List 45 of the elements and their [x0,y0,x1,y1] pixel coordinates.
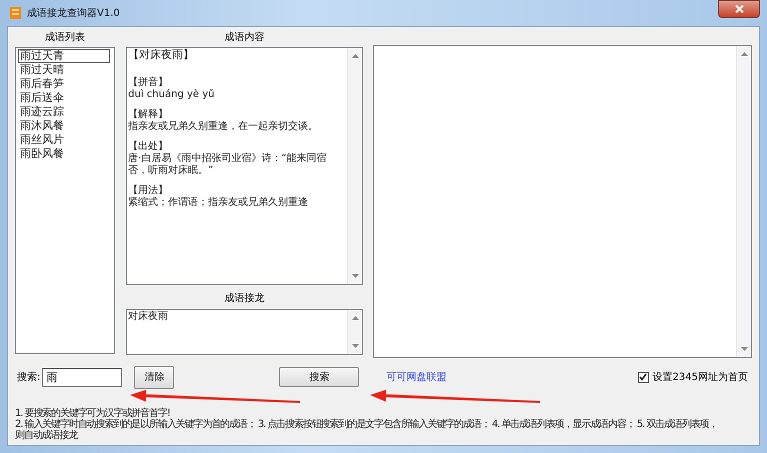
scroll-down-icon[interactable] [740,347,748,351]
checkbox-label: 设置2345网址为首页 [652,370,748,384]
scrollbar[interactable] [736,46,751,357]
search-button[interactable]: 搜索 [279,367,360,387]
section-text: duì chuáng yè yǔ [128,89,216,101]
help-text: 2. 输入关键字时自动搜索到的是以所输入关键字为首的成语； 3. 点击搜索按钮搜索到的是文字包含所输入关键字的成语； 4. 单击成语列表项，显示成语内容； 5. 双击成语列表项， [15,419,718,430]
scroll-down-icon[interactable] [352,274,359,278]
clear-button[interactable]: 清除 [134,366,174,388]
scrollbar[interactable] [347,48,362,284]
content-label: 成语内容 [224,30,266,45]
section-heading: 【拼音】 [128,77,168,89]
list-item[interactable]: 雨后春笋 [18,77,66,91]
window-title: 成语接龙查询器V1.0 [27,6,120,20]
list-item[interactable]: 雨迹云踪 [18,105,66,119]
section-text: 紧缩式；作谓语；指亲友或兄弟久别重逢 [128,197,310,209]
chain-text: 对床夜雨 [128,311,168,322]
scroll-up-icon[interactable] [352,54,359,58]
list-item[interactable]: 雨丝风片 [18,133,66,147]
close-button[interactable] [718,0,760,18]
list-item[interactable]: 雨过天晴 [18,63,66,77]
app-icon [10,7,21,19]
close-icon [734,5,744,13]
section-heading: 【解释】 [128,109,168,120]
list-item[interactable]: 雨后送伞 [18,91,66,105]
list-item[interactable]: 雨卧风餐 [18,147,66,161]
list-item[interactable]: 雨过天青 [18,49,110,63]
section-heading: 【出处】 [128,141,168,152]
list-item[interactable]: 雨沐风餐 [18,119,66,133]
scrollbar[interactable] [347,310,362,354]
alliance-link[interactable]: 可可网盘联盟 [386,370,446,384]
section-heading: 【用法】 [128,185,168,196]
section-text: 指亲友或兄弟久别重逢，在一起亲切交谈。 [128,121,320,133]
scroll-down-icon[interactable] [352,344,359,348]
list-label: 成语列表 [44,30,86,45]
scroll-up-icon[interactable] [740,52,748,56]
help-text: 则自动成语接龙 [15,430,78,441]
section-text: 唐·白居易《雨中招张司业宿》诗：“能来同宿否，听雨对床眠。” [128,153,328,177]
idiom-title: 【对床夜雨】 [128,49,194,61]
help-text: 1. 要搜索的关键字可为汉字或拼音首字! [15,408,170,419]
idiom-list[interactable]: 雨过天青 雨过天晴 雨后春笋 雨后送伞 雨迹云踪 雨沐风餐 雨丝风片 雨卧风餐 [15,47,116,354]
chain-label: 成语接龙 [224,292,266,306]
scroll-up-icon[interactable] [352,316,359,320]
homepage-checkbox[interactable] [638,372,649,382]
search-label: 搜索: [17,370,40,384]
search-field[interactable]: 雨 [42,368,122,386]
